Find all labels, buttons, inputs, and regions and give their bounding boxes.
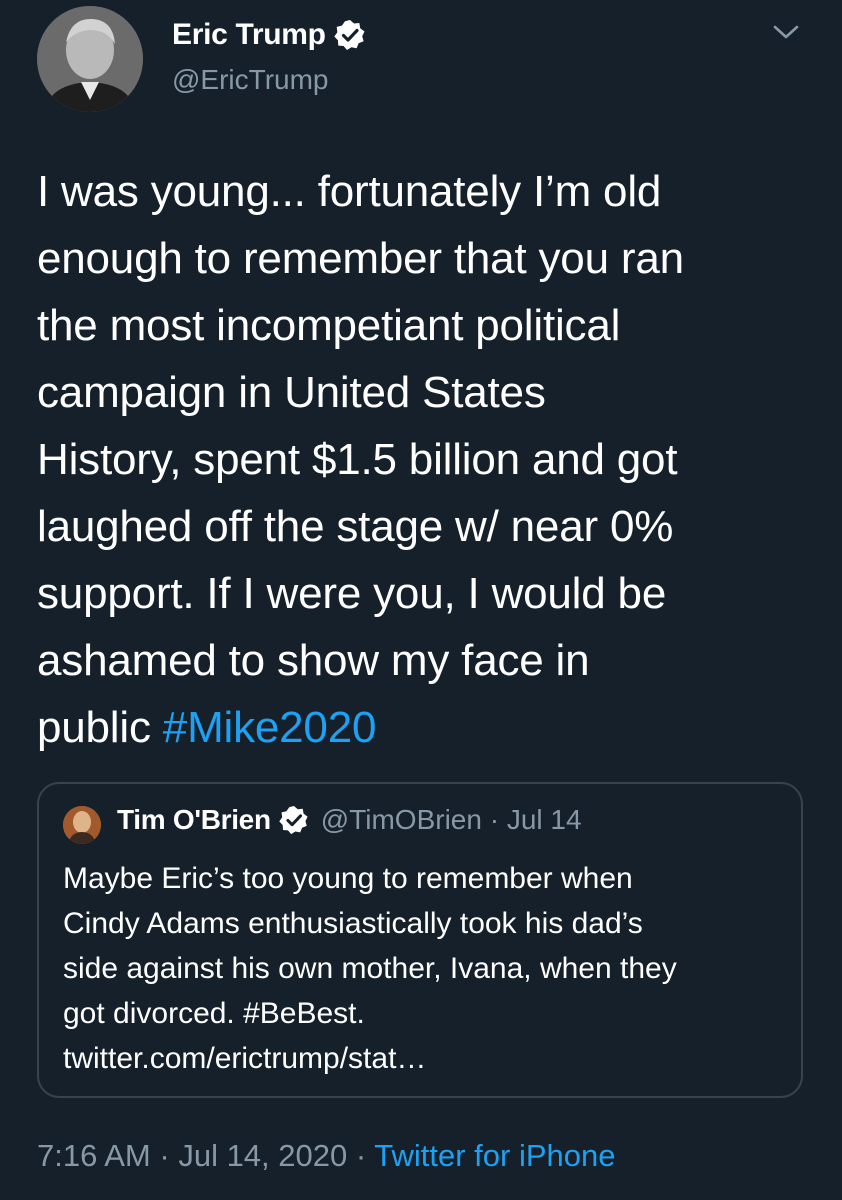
author-handle[interactable]: @EricTrump <box>172 64 329 96</box>
tweet-text-content: I was young... fortunately I’m old enoug… <box>37 167 684 752</box>
tweet-time[interactable]: 7:16 AM <box>37 1138 151 1173</box>
footer-separator: · <box>159 1138 170 1173</box>
author-display-name[interactable]: Eric Trump <box>172 18 326 52</box>
chevron-down-icon[interactable] <box>772 22 800 42</box>
quoted-tweet-card[interactable]: Tim O'Brien @TimOBrien · Jul 14 Maybe Er… <box>37 782 803 1098</box>
footer-separator: · <box>355 1138 367 1173</box>
tweet-text: I was young... fortunately I’m old enoug… <box>37 158 817 761</box>
quoted-author-avatar[interactable] <box>63 806 101 844</box>
hashtag-link[interactable]: #Mike2020 <box>163 703 377 752</box>
tweet-footer: 7:16 AM · Jul 14, 2020 · Twitter for iPh… <box>37 1138 615 1174</box>
tweet-source-link[interactable]: Twitter for iPhone <box>374 1138 615 1173</box>
quoted-handle-date: @TimOBrien · Jul 14 <box>320 804 582 835</box>
tweet-date[interactable]: Jul 14, 2020 <box>178 1138 347 1173</box>
author-avatar[interactable] <box>37 6 143 112</box>
tweet-header: Eric Trump @EricTrump <box>0 0 842 130</box>
verified-badge-icon <box>279 805 309 835</box>
quoted-display-name[interactable]: Tim O'Brien <box>117 804 271 836</box>
quoted-tweet-text: Maybe Eric’s too young to remember when … <box>63 862 677 1075</box>
verified-badge-icon <box>334 19 366 51</box>
